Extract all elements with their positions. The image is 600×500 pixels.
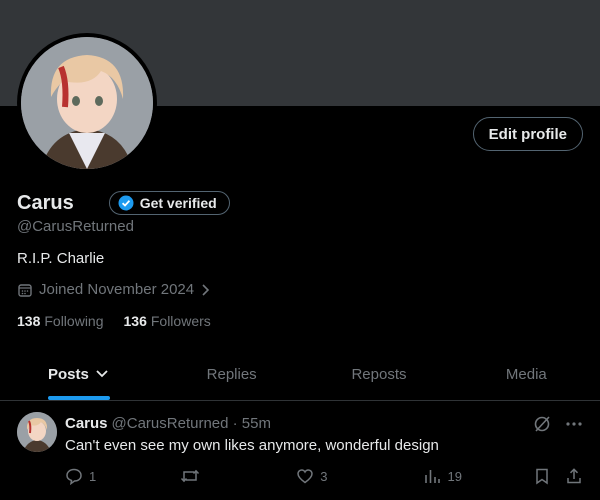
profile-avatar[interactable] [17,33,157,173]
following-count: 138 [17,313,41,329]
chevron-right-icon [200,283,212,297]
tab-posts[interactable]: Posts [0,348,158,400]
bookmark-icon [533,467,551,485]
views-icon [423,467,441,485]
reply-count: 1 [89,468,97,484]
calendar-icon [17,282,33,298]
views-count: 19 [447,468,462,484]
profile-bio: R.I.P. Charlie [17,250,105,267]
post-actions: 1 3 19 [65,467,583,485]
followers-label: Followers [150,313,211,329]
like-count: 3 [320,468,328,484]
post-text: Can't even see my own likes anymore, won… [65,437,439,454]
tab-reposts[interactable]: Reposts [305,348,452,400]
like-icon [296,467,314,485]
tab-reposts-label: Reposts [351,365,407,383]
avatar-image [21,37,153,169]
tab-media-label: Media [505,365,547,383]
repost-button[interactable] [180,467,200,485]
get-verified-button[interactable]: Get verified [108,191,230,215]
like-button[interactable]: 3 [296,467,327,485]
reply-button[interactable]: 1 [65,467,96,485]
reply-icon [65,467,83,485]
share-icon [565,467,583,485]
tab-media[interactable]: Media [453,348,600,400]
bookmark-button[interactable] [533,467,551,485]
more-icon[interactable] [565,415,583,433]
following-label: Following [44,313,104,329]
tab-replies-label: Replies [206,365,257,383]
post-author-meta: @CarusReturned · 55m [111,415,271,432]
repost-icon [180,467,200,485]
profile-display-name: Carus [17,191,74,214]
verified-badge-icon [118,195,134,211]
profile-tabs: Posts Replies Reposts Media [0,348,600,401]
edit-profile-button[interactable]: Edit profile [472,117,583,151]
post-avatar[interactable] [17,412,57,452]
post-item[interactable]: Carus @CarusReturned · 55m Can't even se… [0,401,600,500]
followers-link[interactable]: 136 Followers [124,313,211,329]
active-tab-indicator [48,396,110,400]
chevron-down-icon [95,369,109,379]
tab-replies[interactable]: Replies [158,348,305,400]
tab-posts-label: Posts [48,365,89,383]
views-button[interactable]: 19 [423,467,462,485]
following-link[interactable]: 138 Following [17,313,104,329]
followers-count: 136 [123,313,147,329]
joined-label: Joined November 2024 [39,281,195,298]
get-verified-label: Get verified [139,195,217,211]
share-button[interactable] [565,467,583,485]
joined-date[interactable]: Joined November 2024 [17,281,212,298]
post-author-name[interactable]: Carus [65,415,108,432]
profile-handle: @CarusReturned [17,218,134,235]
grok-icon[interactable] [533,415,551,433]
